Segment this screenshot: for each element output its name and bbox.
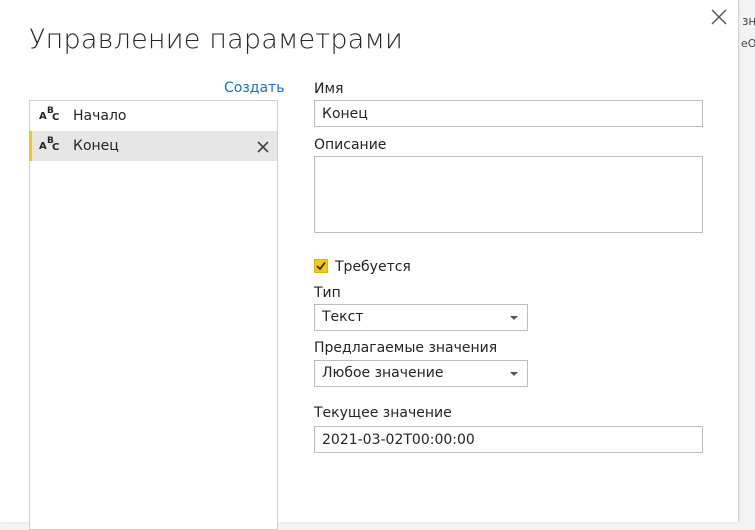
checkmark-icon bbox=[316, 261, 326, 271]
name-input[interactable] bbox=[314, 100, 703, 127]
required-label: Требуется bbox=[335, 259, 411, 275]
dialog-title: Управление параметрами bbox=[29, 24, 404, 55]
description-input[interactable] bbox=[314, 156, 703, 233]
type-select[interactable]: Текст bbox=[314, 304, 528, 331]
type-label: Тип bbox=[314, 285, 341, 301]
parameter-item-end[interactable]: ABC Конец bbox=[29, 131, 277, 161]
suggested-values-select-value: Любое значение bbox=[322, 365, 444, 381]
current-value-label: Текущее значение bbox=[314, 405, 452, 421]
background-text-bottom: еОб bbox=[741, 37, 755, 50]
chevron-down-icon bbox=[510, 316, 518, 320]
chevron-down-icon bbox=[510, 372, 518, 376]
background-window-strip: зн еОб bbox=[738, 0, 755, 522]
close-button[interactable] bbox=[707, 6, 731, 28]
current-value-input[interactable] bbox=[314, 426, 703, 453]
abc-text-icon: ABC bbox=[39, 106, 60, 123]
parameter-item-label: Конец bbox=[73, 138, 119, 154]
remove-parameter-button[interactable] bbox=[256, 139, 270, 153]
required-checkbox[interactable] bbox=[314, 259, 328, 273]
suggested-values-select[interactable]: Любое значение bbox=[314, 360, 528, 387]
delete-icon bbox=[257, 141, 269, 153]
manage-parameters-dialog: Управление параметрами Создать ABC Начал… bbox=[0, 0, 738, 530]
name-label: Имя bbox=[314, 81, 344, 97]
create-parameter-link[interactable]: Создать bbox=[224, 80, 284, 96]
type-select-value: Текст bbox=[322, 309, 364, 325]
background-text-top: зн bbox=[742, 14, 755, 28]
abc-text-icon: ABC bbox=[39, 136, 60, 153]
parameter-item-start[interactable]: ABC Начало bbox=[30, 101, 277, 131]
suggested-values-label: Предлагаемые значения bbox=[314, 340, 498, 356]
close-icon bbox=[711, 9, 727, 25]
description-label: Описание bbox=[314, 137, 387, 153]
parameter-list: ABC Начало ABC Конец bbox=[29, 100, 278, 530]
parameter-item-label: Начало bbox=[73, 108, 127, 124]
